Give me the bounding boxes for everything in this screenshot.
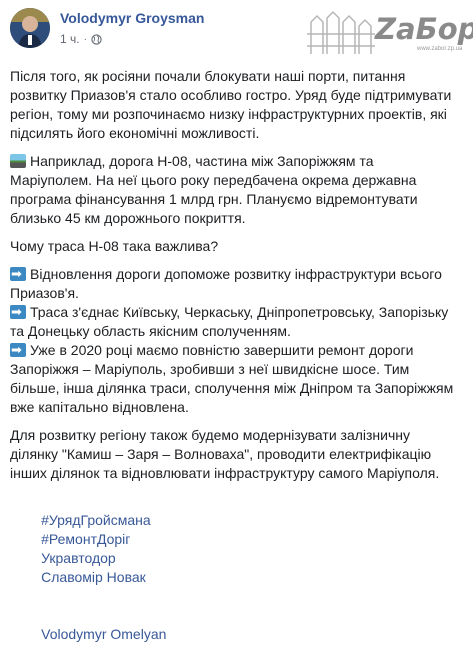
text-line: Приазов'я. [10, 285, 79, 301]
text-line: регіон, тому ми розпочинаємо низку інфра… [10, 106, 447, 122]
watermark-url: www.zabor.zp.ua [417, 46, 463, 52]
paragraph-bullets: Відновлення дороги допоможе розвитку інф… [10, 265, 465, 417]
meta-separator: · [83, 33, 87, 45]
text-line: близько 45 км дорожнього покриття. [10, 210, 246, 226]
hashtags-block: #УрядГройсмана #РемонтДоріг Укравтодор С… [10, 492, 465, 663]
text-line: та Донецьку область якісним сполученням. [10, 323, 291, 339]
text-line: Уже в 2020 році маємо повністю завершити… [30, 342, 414, 358]
text-line: Маріуполем. На неї цього року передбачен… [10, 172, 417, 188]
text-line: Траса з'єднає Київську, Черкаську, Дніпр… [30, 304, 449, 320]
tag-link[interactable]: Славомір Новак [41, 569, 146, 585]
right-arrow-emoji-icon [10, 265, 26, 284]
text-line: Чому траса Н-08 така важлива? [10, 238, 219, 254]
text-line: Запоріжжя – Маріуполь, зробивши з неї шв… [10, 361, 410, 377]
author-name[interactable]: Volodymyr Groysman [60, 10, 204, 26]
text-line: інших ділянок та відновлювати інфраструк… [10, 465, 440, 481]
text-line: Відновлення дороги допоможе розвитку інф… [30, 266, 442, 282]
facebook-post: Volodymyr Groysman 1 ч. · ZaБор www.zabo… [0, 0, 473, 642]
paragraph-road: Наприклад, дорога Н-08, частина між Запо… [10, 152, 465, 228]
paragraph-intro: Після того, як росіяни почали блокувати … [10, 67, 465, 143]
zabor-watermark: ZaБор www.zabor.zp.ua [305, 0, 473, 58]
text-line: підсилять його економічні можливості. [10, 125, 260, 141]
right-arrow-emoji-icon [10, 303, 26, 322]
hashtag-link[interactable]: #РемонтДоріг [41, 531, 130, 547]
text-line: Наприклад, дорога Н-08, частина між Запо… [30, 153, 374, 169]
watermark-text: ZaБор [375, 12, 473, 46]
tag-link[interactable]: Укравтодор [41, 550, 116, 566]
post-meta: 1 ч. · [60, 32, 102, 46]
right-arrow-emoji-icon [10, 341, 26, 360]
tag-link[interactable]: Volodymyr Omelyan [41, 626, 166, 642]
road-emoji-icon [10, 154, 26, 168]
text-line: Після того, як росіяни почали блокувати … [10, 68, 406, 84]
paragraph-railway: Для розвитку регіону також будемо модерн… [10, 426, 465, 483]
text-line: ділянку "Камиш – Заря – Волноваха", пров… [10, 446, 432, 462]
text-line: вже капітально відновлена. [10, 399, 189, 415]
globe-icon [91, 33, 102, 45]
text-line: розвитку Приазов'я стало особливо гостро… [10, 87, 452, 103]
text-line: Для розвитку регіону також будемо модерн… [10, 427, 411, 443]
text-line: більше, інша ділянка траси, сполучення м… [10, 380, 454, 396]
author-avatar[interactable] [10, 8, 50, 48]
paragraph-question: Чому траса Н-08 така важлива? [10, 237, 465, 256]
post-text: Після того, як росіяни почали блокувати … [10, 67, 465, 663]
text-line: програма фінансування 1 млрд грн. Планує… [10, 191, 418, 207]
post-time[interactable]: 1 ч. [60, 32, 80, 46]
